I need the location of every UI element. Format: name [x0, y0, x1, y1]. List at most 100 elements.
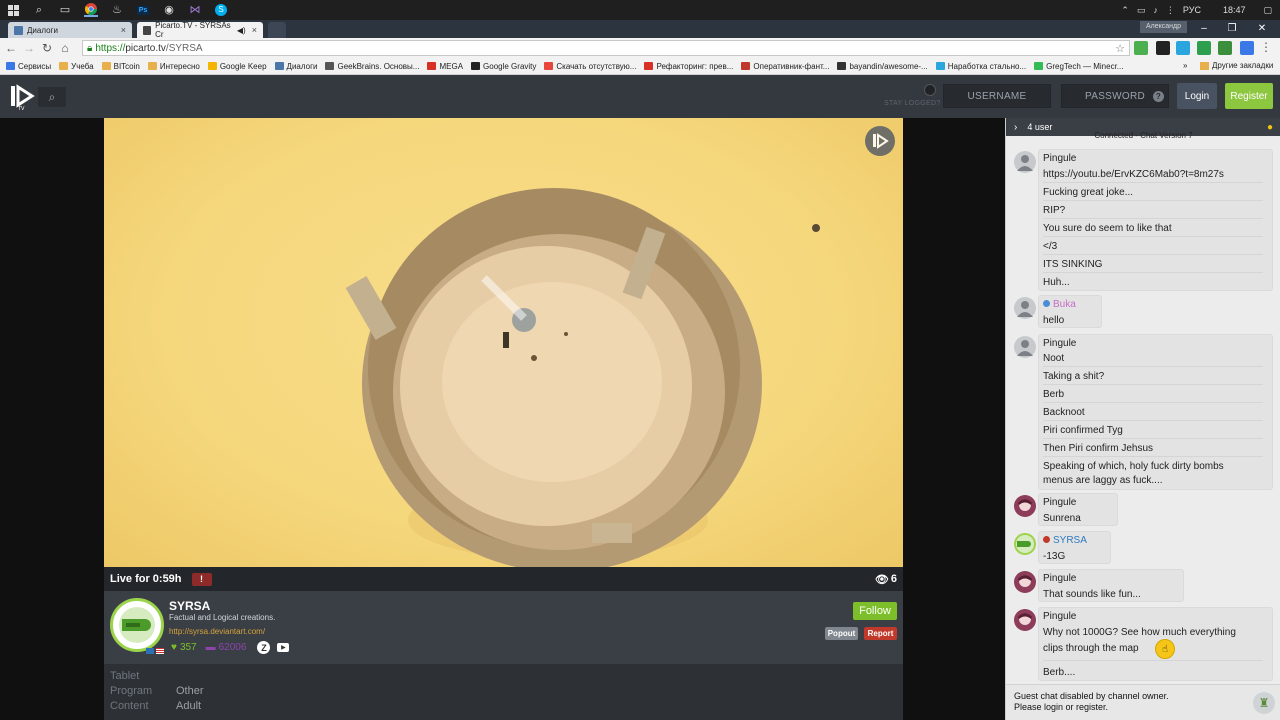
windows-start-icon[interactable]	[6, 3, 20, 17]
bookmark-item[interactable]: Интересно	[147, 62, 200, 71]
bookmark-item[interactable]: Скачать отсутствую...	[544, 62, 636, 71]
bookmark-icon	[274, 62, 284, 70]
extension-icon[interactable]	[1218, 41, 1232, 55]
user-avatar[interactable]	[1014, 495, 1036, 517]
bookmark-item[interactable]: Оперативник-фант...	[741, 62, 829, 71]
search-icon[interactable]: ⌕	[38, 87, 66, 107]
bookmark-item[interactable]: Диалоги	[274, 62, 317, 71]
url-bar[interactable]: 🔒︎ https://picarto.tv/SYRSA ☆	[82, 40, 1130, 56]
live-status-bar: Live for 0:59h ! 👁︎ 6	[104, 567, 903, 591]
chat-username[interactable]: SYRSA	[1053, 535, 1087, 546]
help-icon[interactable]: ?	[1153, 90, 1164, 102]
stay-logged-toggle[interactable]	[924, 84, 936, 96]
extension-icon[interactable]	[1156, 41, 1170, 55]
extension-icon[interactable]	[1176, 41, 1190, 55]
profile-name[interactable]: Александр	[1140, 21, 1188, 33]
steam-icon[interactable]: ♨	[110, 3, 124, 17]
close-tab-icon[interactable]: ×	[252, 25, 257, 35]
skype-icon[interactable]: S	[214, 3, 228, 17]
extension-icon[interactable]	[1197, 41, 1211, 55]
maximize-button[interactable]: ❐	[1218, 20, 1246, 36]
new-tab-button[interactable]	[268, 22, 286, 38]
bookmark-item[interactable]: Google Keep	[207, 62, 267, 71]
password-input[interactable]: PASSWORD ?	[1061, 84, 1169, 108]
notification-icon[interactable]: ▢	[1263, 5, 1272, 16]
chrome-taskbar-icon[interactable]	[84, 3, 98, 17]
register-button[interactable]: Register	[1225, 83, 1273, 109]
eye-icon: 👁︎	[874, 573, 889, 586]
bookmark-icon	[101, 62, 111, 70]
chat-username[interactable]: Buka	[1053, 299, 1076, 310]
chat-username[interactable]: Pingule	[1043, 497, 1076, 508]
more-bookmarks[interactable]: »	[1183, 61, 1187, 70]
chat-link[interactable]: https://youtu.be/ErvKZC6Mab0?t=8m27s	[1043, 169, 1263, 183]
username-input[interactable]: USERNAME	[943, 84, 1051, 108]
channel-link[interactable]: http://syrsa.deviantart.com/	[169, 627, 265, 636]
extension-icon[interactable]	[1240, 41, 1254, 55]
video-player[interactable]	[104, 118, 903, 567]
battery-icon[interactable]: ▭	[1137, 5, 1146, 16]
bookmark-item[interactable]: MEGA	[427, 62, 463, 71]
bookmark-item[interactable]: bayandin/awesome-...	[837, 62, 928, 71]
forward-icon[interactable]: →	[20, 41, 38, 55]
report-button[interactable]: Report	[864, 627, 897, 640]
user-avatar[interactable]	[1014, 609, 1036, 631]
bookmark-item[interactable]: GeekBrains. Основы...	[325, 62, 419, 71]
task-view-icon[interactable]: ▭	[58, 3, 72, 17]
youtube-icon[interactable]: ▶	[277, 643, 290, 652]
extension-icon[interactable]	[1134, 41, 1148, 55]
channel-avatar[interactable]	[110, 598, 164, 652]
reload-icon[interactable]: ↻	[38, 41, 56, 55]
keyboard-lang[interactable]: РУС	[1183, 5, 1201, 15]
tab-picarto[interactable]: Picarto.TV - SYRSAs Cr ◀) ×	[137, 21, 263, 39]
visual-studio-icon[interactable]: ⋈	[188, 3, 202, 17]
chat-settings-icon[interactable]: ♜	[1253, 692, 1275, 714]
bookmark-item[interactable]: Google Gravity	[471, 62, 536, 71]
chat-username[interactable]: Pingule	[1043, 611, 1076, 622]
message-bubble: Pingule Sunrena	[1038, 493, 1118, 526]
clock[interactable]: 18:47	[1223, 5, 1246, 15]
chat-username[interactable]: Pingule	[1043, 153, 1076, 164]
chat-username[interactable]: Pingule	[1043, 338, 1076, 349]
user-avatar[interactable]	[1014, 571, 1036, 593]
channel-name[interactable]: SYRSA	[169, 599, 210, 613]
home-icon[interactable]: ⌂	[56, 41, 74, 55]
bookmark-star-icon[interactable]: ☆	[1115, 42, 1125, 55]
bookmark-item[interactable]: Рефакторинг: прев...	[644, 62, 733, 71]
follow-button[interactable]: Follow	[853, 602, 897, 620]
user-avatar[interactable]	[1014, 336, 1036, 358]
tray-chevron-icon[interactable]: ⌃	[1121, 5, 1129, 16]
browser-app-icon[interactable]: ◉	[162, 3, 176, 17]
login-button[interactable]: Login	[1177, 83, 1217, 109]
user-avatar[interactable]	[1014, 151, 1036, 173]
popout-button[interactable]: Popout	[825, 627, 858, 640]
bookmark-item[interactable]: GregTech — Minecr...	[1034, 62, 1123, 71]
close-tab-icon[interactable]: ×	[121, 25, 126, 35]
back-icon[interactable]: ←	[2, 41, 20, 55]
search-icon[interactable]: ⌕	[32, 3, 46, 17]
minimize-button[interactable]: –	[1190, 20, 1218, 36]
user-avatar[interactable]	[1014, 533, 1036, 555]
bookmark-item[interactable]: Учеба	[59, 62, 94, 71]
picarto-logo-icon[interactable]: TV	[8, 83, 36, 112]
audio-playing-icon[interactable]: ◀)	[237, 26, 246, 35]
login-prompt[interactable]: Please login or register.	[1014, 702, 1280, 713]
url-protocol: https://	[95, 42, 126, 54]
photoshop-icon[interactable]: Ps	[136, 3, 150, 17]
chat-line: Noot	[1043, 353, 1263, 367]
other-bookmarks[interactable]: Другие закладки	[1200, 61, 1273, 70]
alert-badge[interactable]: !	[191, 572, 212, 586]
folder-icon	[1200, 61, 1209, 70]
bookmark-item[interactable]: Наработка стально...	[935, 62, 1026, 71]
menu-icon[interactable]: ⋮	[1260, 40, 1272, 54]
volume-icon[interactable]: ♪	[1153, 5, 1158, 15]
bookmark-item[interactable]: Сервисы	[6, 62, 51, 71]
bookmark-item[interactable]: BITcoin	[101, 62, 140, 71]
tab-dialogs[interactable]: Диалоги ×	[8, 22, 132, 38]
bookmark-icon	[471, 62, 481, 70]
chat-username[interactable]: Pingule	[1043, 573, 1076, 584]
user-avatar[interactable]	[1014, 297, 1036, 319]
close-window-button[interactable]: ✕	[1248, 20, 1276, 36]
zerochan-icon[interactable]: Z	[257, 641, 271, 654]
network-icon[interactable]: ⋮	[1166, 5, 1175, 16]
